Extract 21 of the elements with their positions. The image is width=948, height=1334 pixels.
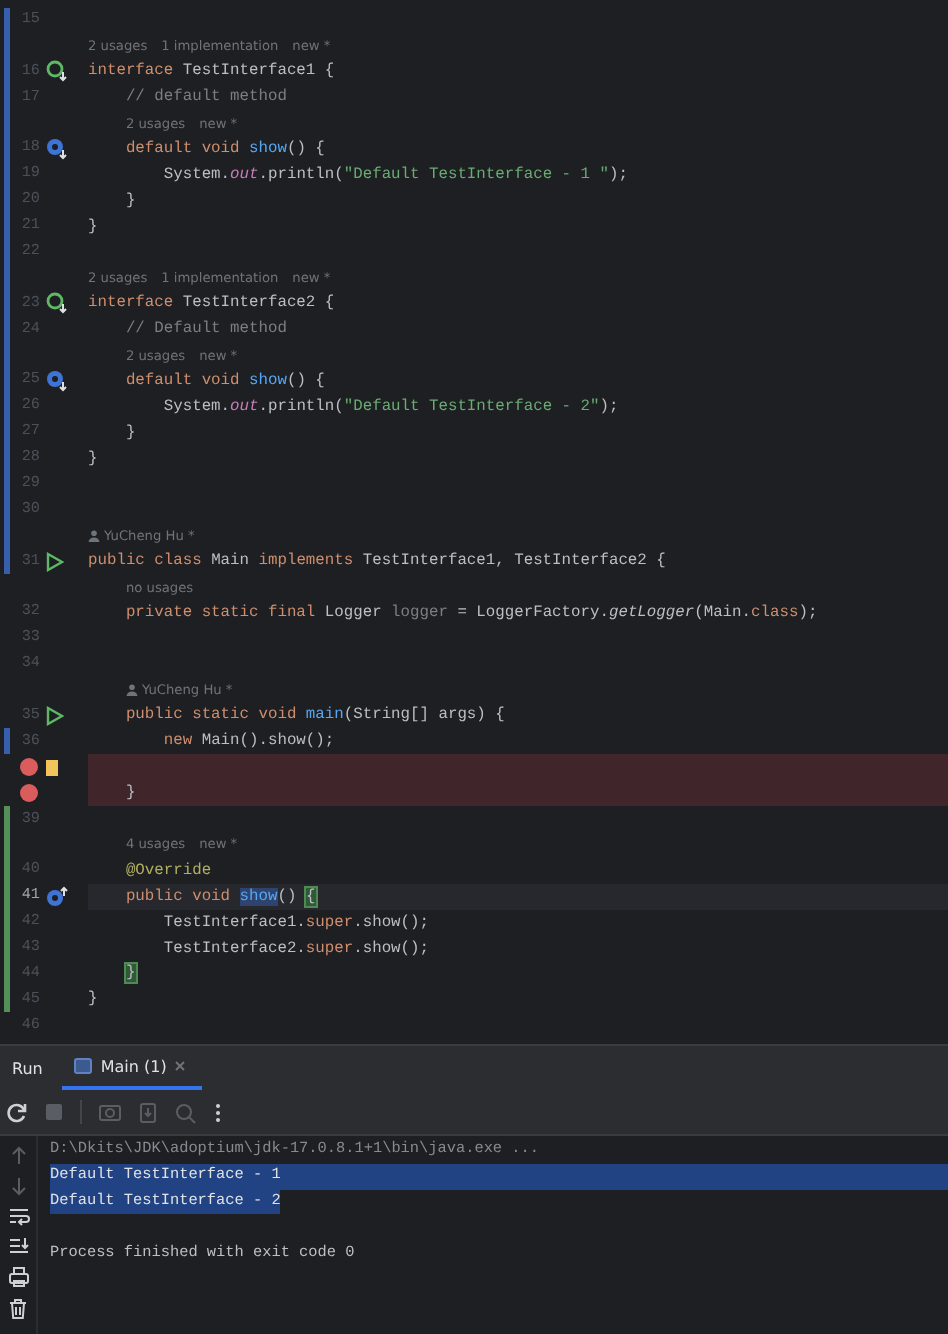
console-icon [74, 1058, 93, 1074]
person-icon [88, 529, 100, 542]
breakpoint-icon[interactable] [20, 758, 38, 777]
more-icon[interactable] [214, 1101, 222, 1123]
implemented-icon[interactable] [46, 369, 68, 392]
print-icon[interactable] [7, 1266, 29, 1288]
wrap-icon[interactable] [7, 1206, 29, 1226]
bookmark-icon[interactable] [46, 759, 58, 776]
person-icon [125, 684, 138, 697]
implemented-icon[interactable] [46, 137, 68, 160]
trash-icon[interactable] [8, 1298, 28, 1320]
run-icon[interactable] [46, 705, 64, 726]
breakpoint-icon[interactable] [20, 784, 38, 803]
scroll-end-icon[interactable] [7, 1236, 29, 1256]
implemented-icon[interactable] [46, 292, 68, 315]
panel-title: Run [12, 1057, 43, 1081]
close-icon[interactable] [174, 1060, 187, 1072]
rerun-icon[interactable] [6, 1101, 28, 1123]
override-icon[interactable] [46, 885, 68, 908]
run-icon[interactable] [46, 551, 64, 572]
implemented-icon[interactable] [46, 60, 68, 83]
